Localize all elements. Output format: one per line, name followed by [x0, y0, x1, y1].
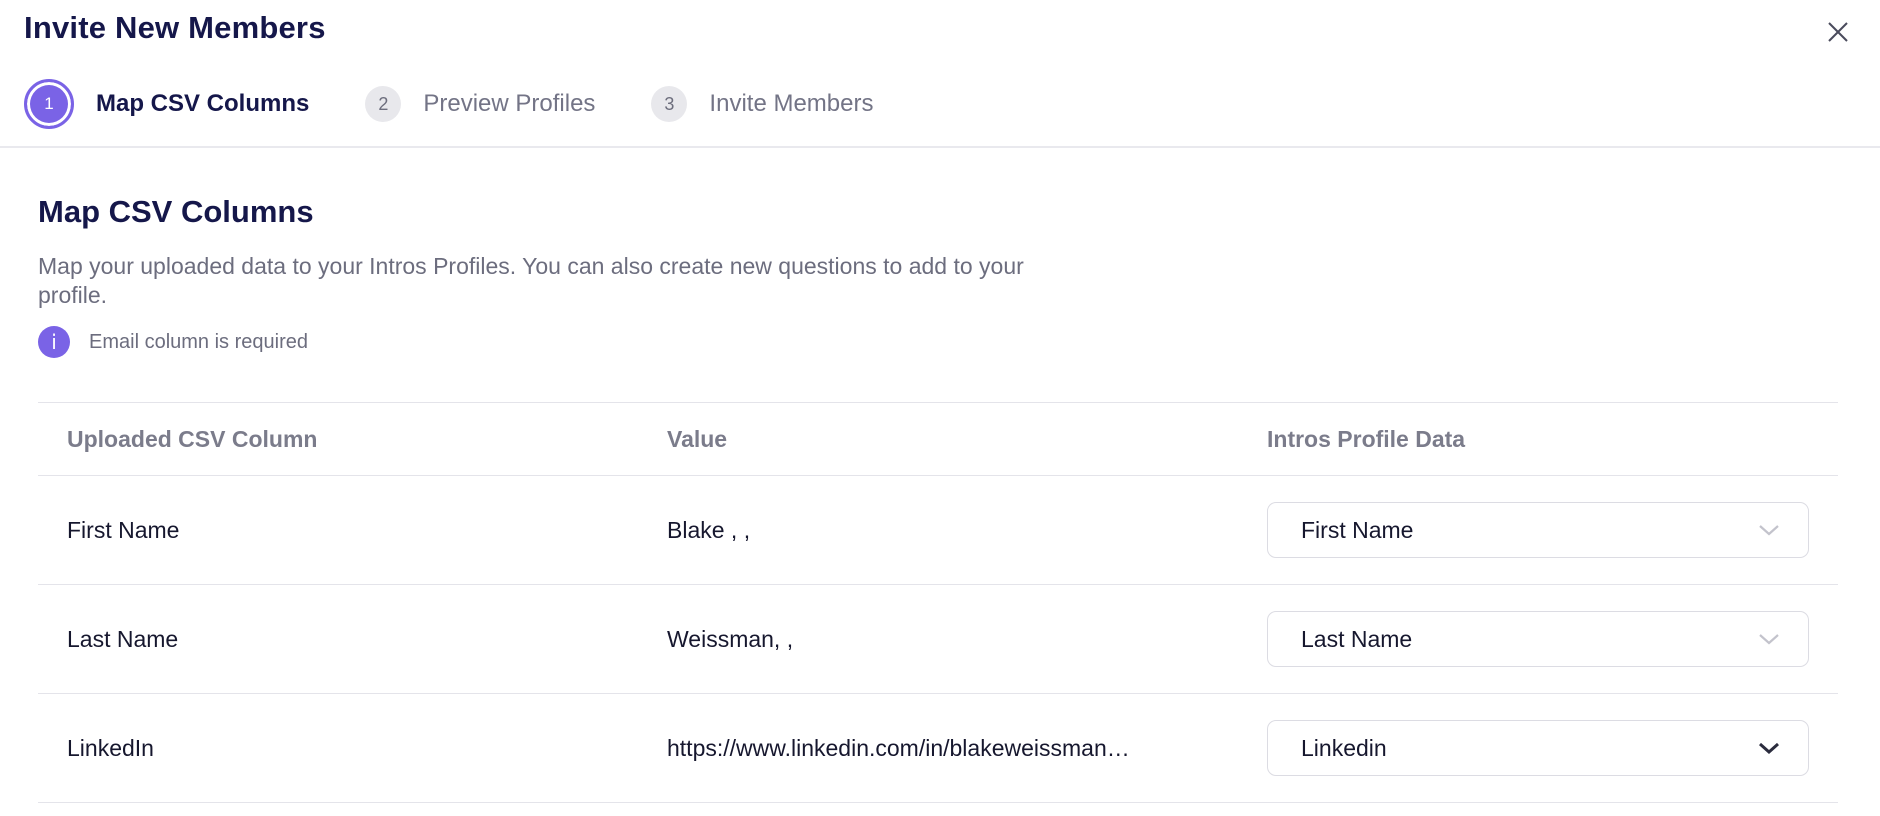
profile-field-cell: First Name	[1238, 502, 1838, 558]
close-icon	[1828, 22, 1848, 42]
profile-field-cell: Linkedin	[1238, 720, 1838, 776]
profile-field-select[interactable]: First Name	[1267, 502, 1809, 558]
chevron-down-icon	[1756, 740, 1782, 756]
stepper: 1 Map CSV Columns 2 Preview Profiles 3 I…	[24, 79, 929, 129]
step-number-badge: 2	[365, 86, 402, 122]
info-icon: i	[38, 326, 70, 358]
section-title: Map CSV Columns	[38, 194, 314, 229]
profile-field-select[interactable]: Linkedin	[1267, 720, 1809, 776]
table-row: LinkedIn https://www.linkedin.com/in/bla…	[38, 694, 1838, 803]
chevron-down-icon	[1756, 631, 1782, 647]
csv-value: Blake , ,	[667, 516, 751, 543]
select-value: Linkedin	[1301, 734, 1387, 761]
table-header: Uploaded CSV Column Value Intros Profile…	[38, 403, 1838, 476]
close-button[interactable]	[1820, 14, 1856, 50]
header-value: Value	[667, 425, 728, 452]
modal-content: Map CSV Columns Map your uploaded data t…	[38, 148, 1838, 803]
invite-members-modal: Invite New Members 1 Map CSV Columns 2 P…	[0, 0, 1880, 816]
step-map-csv-columns[interactable]: 1 Map CSV Columns	[24, 79, 310, 129]
csv-column-name: First Name	[67, 516, 180, 543]
select-value: First Name	[1301, 516, 1414, 543]
mapping-table: Uploaded CSV Column Value Intros Profile…	[38, 402, 1838, 803]
profile-field-select[interactable]: Last Name	[1267, 611, 1809, 667]
csv-column-name: Last Name	[67, 625, 179, 652]
header-profile-data: Intros Profile Data	[1267, 425, 1466, 452]
step-number-badge: 1	[24, 79, 74, 129]
info-text: Email column is required	[89, 330, 308, 353]
select-value: Last Name	[1301, 625, 1413, 652]
chevron-down-icon	[1756, 522, 1782, 538]
profile-field-cell: Last Name	[1238, 611, 1838, 667]
step-label: Invite Members	[709, 90, 874, 117]
step-invite-members[interactable]: 3 Invite Members	[651, 86, 873, 122]
step-preview-profiles[interactable]: 2 Preview Profiles	[365, 86, 595, 122]
table-row: First Name Blake , , First Name	[38, 476, 1838, 585]
step-label: Map CSV Columns	[96, 90, 310, 117]
modal-title: Invite New Members	[24, 10, 326, 45]
table-row: Last Name Weissman, , Last Name	[38, 585, 1838, 694]
header-csv-column: Uploaded CSV Column	[67, 425, 318, 452]
step-number-badge: 3	[651, 86, 688, 122]
csv-value: https://www.linkedin.com/in/blakeweissma…	[667, 734, 1130, 761]
section-description: Map your uploaded data to your Intros Pr…	[38, 253, 1024, 308]
modal-header: Invite New Members 1 Map CSV Columns 2 P…	[0, 0, 1880, 148]
csv-column-name: LinkedIn	[67, 734, 154, 761]
step-label: Preview Profiles	[423, 90, 596, 117]
info-notice: i Email column is required	[38, 326, 1838, 358]
csv-value: Weissman, ,	[667, 625, 794, 652]
